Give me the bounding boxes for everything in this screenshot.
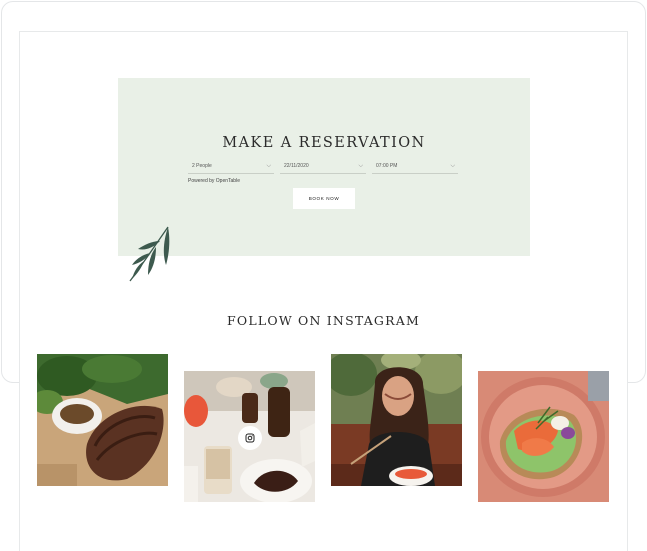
instagram-title: FOLLOW ON INSTAGRAM [227, 313, 420, 328]
chevron-down-icon: ⌵ [450, 163, 455, 169]
time-select[interactable]: 07:00 PM ⌵ [372, 160, 458, 174]
date-select-value: 22/11/2020 [284, 163, 309, 169]
powered-by-opentable: Powered by OpenTable [188, 178, 240, 184]
date-select[interactable]: 22/11/2020 ⌵ [280, 160, 366, 174]
people-select-value: 2 People [192, 163, 212, 169]
instagram-photo-woman-eating[interactable] [331, 354, 462, 486]
time-select-value: 07:00 PM [376, 163, 398, 169]
instagram-photo-salmon-toast[interactable] [478, 371, 609, 502]
reservation-section: MAKE A RESERVATION 2 People ⌵ 22/11/2020… [118, 78, 530, 256]
instagram-photo-steak[interactable] [37, 354, 168, 486]
chevron-down-icon: ⌵ [358, 163, 363, 169]
book-now-button[interactable]: BOOK NOW [293, 188, 355, 209]
chevron-down-icon: ⌵ [266, 163, 271, 169]
people-select[interactable]: 2 People ⌵ [188, 160, 274, 174]
reservation-title: MAKE A RESERVATION [222, 135, 426, 151]
leaf-branch-icon [124, 225, 174, 285]
instagram-icon[interactable] [238, 426, 262, 450]
